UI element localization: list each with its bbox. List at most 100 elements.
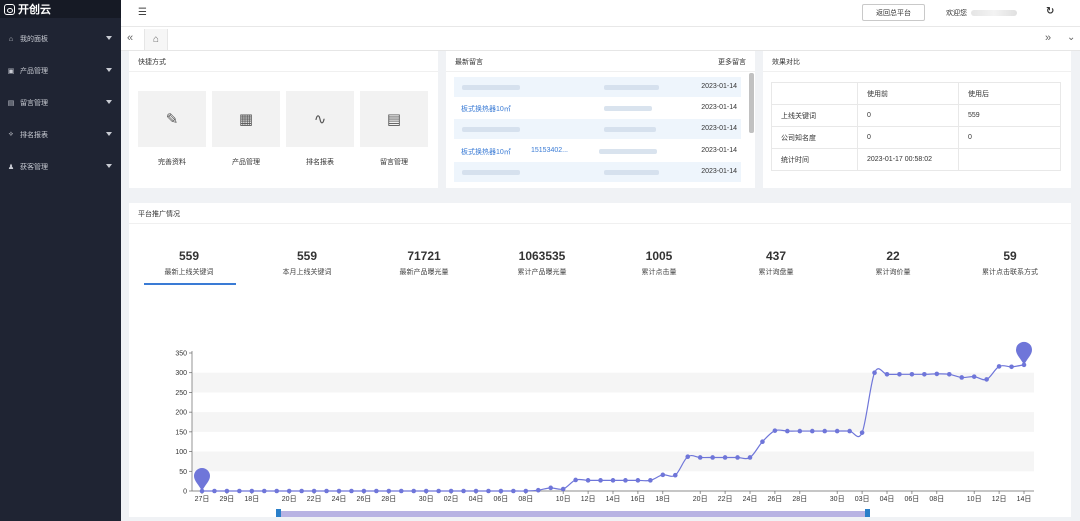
- x-tick-label: 12日: [581, 495, 596, 503]
- quick-label: 排名报表: [306, 159, 334, 166]
- data-point: [822, 428, 828, 434]
- table-cell: 2023-01-17 00:58:02: [857, 148, 959, 171]
- data-point: [411, 488, 417, 494]
- table-header-cell: [771, 82, 858, 105]
- zoom-handle-left[interactable]: [276, 509, 281, 517]
- message-icon: ▤: [7, 100, 15, 107]
- data-point: [785, 428, 790, 434]
- redacted-text: [462, 85, 520, 90]
- zoom-handle-right[interactable]: [865, 509, 870, 517]
- data-point: [834, 428, 840, 434]
- data-point: [336, 488, 342, 494]
- x-tick-label: 20日: [282, 495, 297, 503]
- brand-logo[interactable]: 开创云: [0, 0, 121, 18]
- ranking-icon: ⟡: [8, 131, 14, 138]
- sidebar-item-customers[interactable]: ♟ 获客管理: [0, 151, 121, 183]
- sidebar-item-label: 获客管理: [20, 164, 48, 171]
- table-cell: 0: [857, 104, 959, 127]
- data-point: [598, 478, 603, 483]
- card-title: 最新留言: [455, 59, 483, 66]
- effect-comparison-card: 效果对比 使用前 使用后 上线关键词 0 559 公司知名度 0 0 统计时间 …: [763, 51, 1071, 188]
- x-tick-label: 14日: [606, 495, 621, 503]
- sidebar-item-label: 产品管理: [20, 68, 48, 75]
- menu-toggle-icon[interactable]: ☰: [138, 7, 147, 18]
- table-cell: 公司知名度: [771, 126, 858, 149]
- data-point: [1009, 364, 1014, 370]
- x-tick-label: 26日: [357, 495, 372, 503]
- table-cell: 0: [958, 126, 1061, 149]
- x-tick-label: 06日: [494, 495, 509, 503]
- data-point: [735, 455, 740, 460]
- data-point: [498, 488, 504, 494]
- sidebar-item-dashboard[interactable]: ⌂ 我的面板: [0, 23, 121, 55]
- home-icon: ⌂: [152, 34, 160, 45]
- x-tick-label: 14日: [1017, 495, 1032, 503]
- redacted-text: [604, 170, 659, 175]
- message-row[interactable]: 2023-01-14: [454, 77, 741, 97]
- x-tick-label: 20日: [693, 495, 708, 503]
- message-row[interactable]: 板式换热器10㎡ 15153402... 2023-01-14: [454, 141, 741, 161]
- chevron-down-icon[interactable]: ⌄: [1067, 32, 1075, 43]
- message-row[interactable]: 2023-01-14: [454, 162, 741, 182]
- quick-edit-profile-button[interactable]: ✎: [138, 91, 206, 147]
- scroll-tabs-left-icon[interactable]: «: [127, 32, 133, 44]
- x-tick-label: 18日: [655, 495, 670, 503]
- data-point: [760, 439, 765, 445]
- data-point: [635, 478, 641, 483]
- data-point: [809, 428, 815, 434]
- message-date: 2023-01-14: [701, 147, 737, 154]
- data-point: [648, 478, 653, 483]
- latest-messages-card: 最新留言 更多留言 2023-01-14 板式换热器10㎡ 2023-01-14…: [446, 51, 755, 188]
- data-point: [436, 488, 441, 494]
- x-tick-label: 10日: [556, 495, 571, 503]
- more-messages-link[interactable]: 更多留言: [718, 57, 746, 67]
- promotion-overview-card: 平台推广情况 559 最新上线关键词 559 本月上线关键词 71721 最新产…: [129, 203, 1071, 517]
- data-point: [386, 488, 392, 494]
- table-header-cell: 使用前: [857, 82, 959, 105]
- data-point: [523, 488, 529, 494]
- data-point: [511, 488, 516, 494]
- sidebar-item-products[interactable]: ▣ 产品管理: [0, 55, 121, 87]
- sidebar-item-messages[interactable]: ▤ 留言管理: [0, 87, 121, 119]
- data-point: [623, 478, 628, 483]
- redacted-text: [599, 149, 657, 154]
- message-title[interactable]: 板式换热器10㎡: [461, 147, 511, 157]
- data-point: [560, 486, 566, 492]
- message-row[interactable]: 板式换热器10㎡ 2023-01-14: [454, 98, 741, 118]
- message-title[interactable]: 板式换热器10㎡: [461, 104, 511, 114]
- edit-profile-icon: ✎: [165, 111, 179, 128]
- caret-down-icon: [106, 164, 112, 168]
- data-point: [722, 455, 728, 460]
- marker-pin: [194, 468, 210, 491]
- message-row[interactable]: 2023-01-14: [454, 119, 741, 139]
- y-tick-label: 100: [175, 449, 187, 456]
- welcome-text: 欢迎您: [946, 8, 1017, 18]
- scroll-tabs-right-icon[interactable]: »: [1045, 32, 1051, 44]
- data-point: [859, 430, 865, 435]
- caret-down-icon: [106, 36, 112, 40]
- back-to-platform-button[interactable]: 返回总平台: [862, 4, 925, 21]
- data-point: [349, 488, 354, 494]
- quick-label: 完善资料: [158, 159, 186, 166]
- refresh-icon[interactable]: ↻: [1046, 6, 1054, 17]
- quick-rankings-button[interactable]: ∿: [286, 91, 354, 147]
- scrollbar[interactable]: [749, 73, 754, 133]
- table-row: 公司知名度 0 0: [771, 126, 1061, 149]
- quick-label: 留言管理: [380, 159, 408, 166]
- clipboard-icon: ▤: [386, 111, 402, 128]
- quick-products-button[interactable]: ▦: [212, 91, 280, 147]
- quick-messages-button[interactable]: ▤: [360, 91, 428, 147]
- data-point: [573, 477, 578, 483]
- x-tick-label: 16日: [631, 495, 646, 503]
- grid-band: [192, 412, 1034, 432]
- redacted-text: [604, 85, 659, 90]
- data-zoom-slider[interactable]: [278, 511, 868, 517]
- tab-bar: « ⌂ » ⌄: [121, 27, 1080, 51]
- card-title: 快捷方式: [138, 59, 166, 66]
- redacted-text: [462, 127, 520, 132]
- sidebar-item-rankings[interactable]: ⟡ 排名报表: [0, 119, 121, 151]
- x-tick-label: 06日: [905, 495, 920, 503]
- data-point: [274, 488, 280, 494]
- x-tick-label: 12日: [992, 495, 1007, 503]
- tab-home[interactable]: ⌂: [144, 29, 168, 50]
